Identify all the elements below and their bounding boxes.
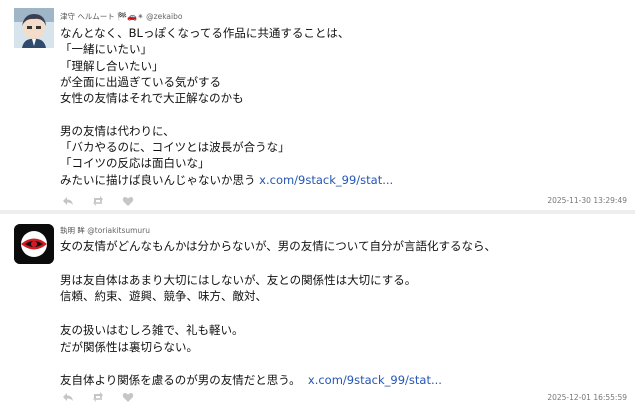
like-icon[interactable] — [122, 195, 134, 207]
post-line: 男は友自体はあまり大切にはしないが、友との関係性は大切にする。 — [60, 272, 417, 287]
display-name[interactable]: 執明 眸 — [60, 226, 85, 235]
post-line: 女性の友情はそれで大正解なのかも — [60, 91, 244, 106]
reply-icon[interactable] — [62, 195, 74, 207]
post-body: 女の友情がどんなもんかは分からないが、男の友情について自分が言語化するなら、 男… — [60, 238, 496, 389]
display-name[interactable]: 津守 ヘルムート — [60, 12, 115, 21]
reply-icon[interactable] — [62, 391, 74, 403]
post-line: 「バカやるのに、コイツとは波長が合うな」 — [60, 140, 290, 155]
action-bar — [62, 391, 134, 403]
post-line — [60, 106, 393, 122]
post-header: 執明 眸 @toriakitsumuru — [60, 225, 150, 236]
handle[interactable]: @toriakitsumuru — [87, 226, 150, 235]
flag-icon: 🏁 — [117, 12, 128, 21]
timestamp[interactable]: 2025-12-01 16:55:59 — [547, 393, 627, 402]
retweet-icon[interactable] — [92, 195, 104, 207]
eye-logo-icon — [14, 224, 54, 264]
post-line: 「一緒にいたい」 — [60, 42, 152, 57]
avatar[interactable] — [14, 8, 54, 48]
avatar[interactable] — [14, 224, 54, 264]
post-header: 津守 ヘルムート 🏁🚗✴ @zekaibo — [60, 11, 182, 22]
anime-avatar-icon — [14, 8, 54, 48]
post-line: が全面に出過ぎている気がする — [60, 74, 221, 89]
quote-link[interactable]: x.com/9stack_99/stat... — [308, 373, 442, 387]
handle[interactable]: @zekaibo — [146, 12, 182, 21]
post-line: だが関係性は裏切らない。 — [60, 339, 198, 354]
star-icon: ✴ — [137, 12, 144, 21]
post-line: 女の友情がどんなもんかは分からないが、男の友情について自分が言語化するなら、 — [60, 239, 496, 253]
post-line: 信頼、約束、遊興、競争、味方、敵対、 — [60, 289, 267, 304]
post-line: 友の扱いはむしろ雑で、礼も軽い。 — [60, 322, 244, 337]
post-line — [60, 305, 496, 322]
car-icon: 🚗 — [127, 12, 138, 21]
post-line-with-link: 友自体より関係を慮るのが男の友情だと思う。 x.com/9stack_99/st… — [60, 372, 496, 389]
post-line — [60, 356, 496, 373]
post-line: なんとなく、BLっぽくなってる作品に共通することは、 — [60, 26, 350, 40]
post-line: 友自体より関係を慮るのが男の友情だと思う。 — [60, 373, 301, 388]
post-line-with-link: みたいに描けば良いんじゃないか思う x.com/9stack_99/stat..… — [60, 172, 393, 188]
post-card: 津守 ヘルムート 🏁🚗✴ @zekaibo なんとなく、BLっぽくなってる作品に… — [0, 0, 635, 210]
timestamp[interactable]: 2025-11-30 13:29:49 — [547, 196, 627, 205]
post-line: 「理解し合いたい」 — [60, 58, 164, 73]
post-line: みたいに描けば良いんじゃないか思う — [60, 172, 256, 187]
post-line: 「コイツの反応は面白いな」 — [60, 156, 210, 171]
quote-link[interactable]: x.com/9stack_99/stat... — [259, 173, 393, 187]
post-body: なんとなく、BLっぽくなってる作品に共通することは、 「一緒にいたい」 「理解し… — [60, 25, 393, 188]
post-line: 男の友情は代わりに、 — [60, 123, 175, 138]
action-bar — [62, 195, 134, 207]
post-divider — [0, 210, 635, 214]
like-icon[interactable] — [122, 391, 134, 403]
post-line — [60, 255, 496, 272]
retweet-icon[interactable] — [92, 391, 104, 403]
